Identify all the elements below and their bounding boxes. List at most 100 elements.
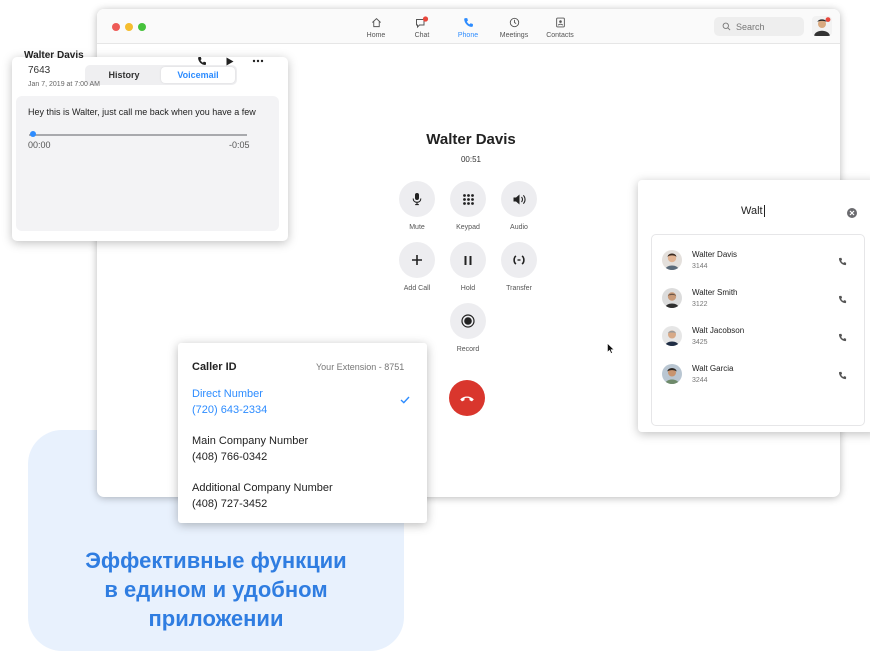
caller-id-option-main[interactable]: Main Company Number (408) 766-0342 bbox=[192, 433, 308, 465]
voicemail-actions bbox=[195, 55, 265, 67]
caller-id-option-number: (720) 643-2334 bbox=[192, 404, 268, 416]
contact-result-row[interactable]: Walt Garcia 3244 bbox=[652, 354, 866, 392]
search-placeholder: Search bbox=[736, 21, 765, 32]
clock-icon bbox=[509, 15, 520, 29]
promo-line-2: в едином и удобном bbox=[104, 577, 328, 602]
clear-search-button[interactable] bbox=[847, 208, 857, 218]
voicemail-transcript: Hey this is Walter, just call me back wh… bbox=[28, 107, 256, 117]
nav-contacts-label: Contacts bbox=[546, 32, 574, 39]
user-avatar[interactable] bbox=[812, 16, 832, 36]
caller-id-option-additional[interactable]: Additional Company Number (408) 727-3452 bbox=[192, 480, 333, 512]
add-call-button[interactable] bbox=[399, 242, 435, 278]
transfer-label: Transfer bbox=[506, 285, 532, 292]
record-icon bbox=[461, 314, 475, 328]
contact-extension: 3122 bbox=[692, 301, 708, 308]
nav-contacts[interactable]: Contacts bbox=[535, 15, 585, 39]
contacts-icon bbox=[555, 15, 566, 29]
caller-id-option-label: Additional Company Number bbox=[192, 482, 333, 494]
voicemail-play-button[interactable] bbox=[223, 55, 237, 67]
contact-search-input[interactable]: Walt bbox=[741, 205, 765, 218]
pause-icon bbox=[464, 255, 472, 265]
phone-icon bbox=[463, 15, 474, 29]
caller-id-option-number: (408) 766-0342 bbox=[192, 451, 268, 463]
hangup-icon bbox=[460, 396, 474, 402]
promo-text: Эффективные функции в едином и удобном п… bbox=[28, 546, 404, 633]
phone-icon[interactable] bbox=[838, 371, 847, 380]
stage: Эффективные функции в едином и удобном п… bbox=[0, 0, 870, 651]
transfer-icon bbox=[513, 255, 525, 265]
nav-phone[interactable]: Phone bbox=[443, 15, 493, 39]
nav-phone-label: Phone bbox=[457, 32, 479, 39]
contact-results-list: Walter Davis 3144 Walter Smith 3122 Walt… bbox=[651, 234, 865, 426]
contact-extension: 3144 bbox=[692, 263, 708, 270]
checkmark-icon bbox=[400, 396, 410, 404]
phone-icon[interactable] bbox=[838, 295, 847, 304]
voicemail-caller-extension: 7643 bbox=[28, 65, 51, 76]
voicemail-elapsed-time: 00:00 bbox=[28, 140, 51, 150]
promo-line-3: приложении bbox=[148, 606, 284, 631]
nav-meetings[interactable]: Meetings bbox=[489, 15, 539, 39]
close-window-button[interactable] bbox=[112, 23, 120, 31]
caller-id-option-label: Main Company Number bbox=[192, 435, 309, 447]
home-icon bbox=[371, 15, 382, 29]
microphone-icon bbox=[412, 193, 422, 206]
voicemail-more-button[interactable] bbox=[251, 55, 265, 67]
promo-line-1: Эффективные функции bbox=[85, 548, 347, 573]
end-call-button[interactable] bbox=[449, 380, 485, 416]
phone-icon[interactable] bbox=[838, 257, 847, 266]
keypad-button[interactable] bbox=[450, 181, 486, 217]
transfer-control: Transfer bbox=[489, 242, 549, 292]
phone-icon[interactable] bbox=[838, 333, 847, 342]
contact-avatar bbox=[662, 364, 682, 384]
nav-home[interactable]: Home bbox=[351, 15, 401, 39]
mute-button[interactable] bbox=[399, 181, 435, 217]
maximize-window-button[interactable] bbox=[138, 23, 146, 31]
nav-meetings-label: Meetings bbox=[499, 32, 529, 39]
contact-extension: 3244 bbox=[692, 377, 708, 384]
callee-name: Walter Davis bbox=[426, 131, 516, 148]
chat-icon bbox=[415, 15, 429, 29]
minimize-window-button[interactable] bbox=[125, 23, 133, 31]
hold-label: Hold bbox=[460, 285, 476, 292]
record-control: Record bbox=[438, 303, 498, 353]
voicemail-call-back-button[interactable] bbox=[195, 55, 209, 67]
record-button[interactable] bbox=[450, 303, 486, 339]
add-call-label: Add Call bbox=[403, 285, 431, 292]
call-timer: 00:51 bbox=[460, 155, 482, 164]
voicemail-progress-track[interactable] bbox=[29, 134, 247, 136]
nav-chat-label: Chat bbox=[414, 32, 430, 39]
contact-avatar bbox=[662, 326, 682, 346]
audio-button[interactable] bbox=[501, 181, 537, 217]
more-icon bbox=[252, 59, 264, 63]
your-extension: Your Extension - 8751 bbox=[316, 362, 405, 372]
nav-chat[interactable]: Chat bbox=[397, 15, 447, 39]
title-bar: Home Chat Phone Meetings Contacts Search bbox=[97, 9, 840, 44]
contact-result-row[interactable]: Walter Davis 3144 bbox=[652, 240, 866, 278]
mouse-cursor bbox=[607, 343, 615, 354]
contact-name: Walt Jacobson bbox=[692, 326, 745, 335]
plus-icon bbox=[412, 255, 422, 265]
speaker-icon bbox=[513, 194, 526, 204]
contact-search-query: Walt bbox=[741, 205, 763, 217]
caller-id-title: Caller ID bbox=[192, 361, 237, 373]
mute-label: Mute bbox=[409, 224, 425, 231]
contact-name: Walter Smith bbox=[692, 288, 738, 297]
keypad-icon bbox=[462, 193, 474, 205]
caller-id-option-direct[interactable]: Direct Number (720) 643-2334 bbox=[192, 386, 267, 418]
record-label: Record bbox=[456, 346, 480, 353]
caller-id-option-number: (408) 727-3452 bbox=[192, 498, 268, 510]
audio-label: Audio bbox=[510, 224, 528, 231]
close-icon bbox=[849, 210, 855, 216]
tab-voicemail[interactable]: Voicemail bbox=[161, 67, 235, 83]
contact-result-row[interactable]: Walt Jacobson 3425 bbox=[652, 316, 866, 354]
contact-name: Walt Garcia bbox=[692, 364, 734, 373]
nav-home-label: Home bbox=[366, 32, 386, 39]
search-field[interactable]: Search bbox=[714, 17, 804, 36]
voicemail-tabs: History Voicemail bbox=[85, 65, 237, 85]
voicemail-caller-name: Walter Davis bbox=[24, 50, 84, 61]
hold-button[interactable] bbox=[450, 242, 486, 278]
transfer-button[interactable] bbox=[501, 242, 537, 278]
audio-control: Audio bbox=[489, 181, 549, 231]
contact-result-row[interactable]: Walter Smith 3122 bbox=[652, 278, 866, 316]
contact-avatar bbox=[662, 288, 682, 308]
